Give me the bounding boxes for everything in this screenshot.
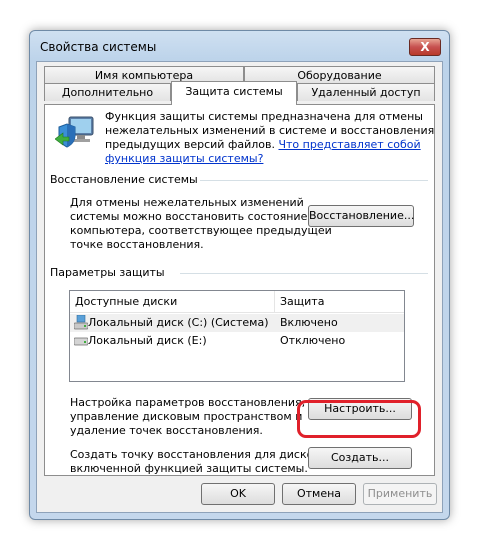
disk-name: Локальный диск (E:) xyxy=(88,334,207,347)
close-button[interactable]: X xyxy=(409,38,441,56)
column-divider xyxy=(274,291,275,312)
ok-button[interactable]: OK xyxy=(201,483,275,505)
disk-name: Локальный диск (C:) (Система) xyxy=(88,316,269,329)
disk-row[interactable]: Локальный диск (E:) Отключено xyxy=(70,332,404,350)
disks-list[interactable]: Доступные диски Защита Локальный диск (C… xyxy=(69,290,405,382)
restore-desc-line-4: точке восстановления. xyxy=(70,238,204,251)
intro-line-3: предыдущих версий файлов. Что представля… xyxy=(105,138,421,152)
restore-section-header: Восстановление системы xyxy=(50,173,198,186)
intro-line-2: нежелательных изменений в системе и восс… xyxy=(105,124,435,137)
apply-button[interactable]: Применить xyxy=(363,483,437,505)
protection-separator xyxy=(180,273,428,274)
intro-line-3-text: предыдущих версий файлов. xyxy=(105,138,279,151)
tab-advanced[interactable]: Дополнительно xyxy=(44,83,171,101)
configure-desc-line-2: управление дисковым пространством и xyxy=(70,410,303,423)
window-title: Свойства системы xyxy=(40,40,157,54)
disk-protection-status: Отключено xyxy=(280,334,346,347)
help-link-part-2[interactable]: функция защиты системы? xyxy=(105,152,263,166)
tab-system-protection[interactable]: Защита системы xyxy=(171,81,297,105)
create-desc-line-1: Создать точку восстановления для дисков … xyxy=(70,448,330,461)
disk-row[interactable]: Локальный диск (C:) (Система) Включено xyxy=(70,314,404,332)
tab-remote[interactable]: Удаленный доступ xyxy=(297,83,435,101)
restore-button[interactable]: Восстановление... xyxy=(308,205,414,227)
column-protection[interactable]: Защита xyxy=(280,295,324,309)
disks-list-header: Доступные диски Защита xyxy=(70,291,404,313)
title-bar[interactable]: Свойства системы X xyxy=(30,31,449,61)
intro-line-1: Функция защиты системы предназначена для… xyxy=(105,110,423,123)
help-link-part-1[interactable]: Что представляет собой xyxy=(278,138,420,151)
protection-section-header: Параметры защиты xyxy=(50,266,165,279)
dialog-body: Имя компьютера Оборудование Дополнительн… xyxy=(36,61,443,513)
system-protection-icon xyxy=(55,116,94,148)
configure-desc-line-1: Настройка параметров восстановления, xyxy=(70,396,306,409)
disk-protection-status: Включено xyxy=(280,316,338,329)
restore-desc-line-1: Для отмены нежелательных изменений xyxy=(70,196,304,209)
cancel-button[interactable]: Отмена xyxy=(282,483,356,505)
restore-desc-line-2: системы можно восстановить состояние xyxy=(70,210,308,223)
system-drive-icon xyxy=(74,315,88,330)
column-available-disks[interactable]: Доступные диски xyxy=(75,295,177,309)
restore-desc-line-3: компьютера, соответствующее предыдущей xyxy=(70,224,332,237)
create-desc-line-2: включенной функцией защиты системы. xyxy=(70,462,308,475)
configure-desc-line-3: удаление точек восстановления. xyxy=(70,424,263,437)
system-properties-window: Свойства системы X Имя компьютера Оборуд… xyxy=(29,30,450,520)
configure-button-highlight xyxy=(297,400,421,438)
restore-separator xyxy=(200,180,428,181)
drive-icon xyxy=(74,337,88,346)
create-button[interactable]: Создать... xyxy=(308,447,412,469)
